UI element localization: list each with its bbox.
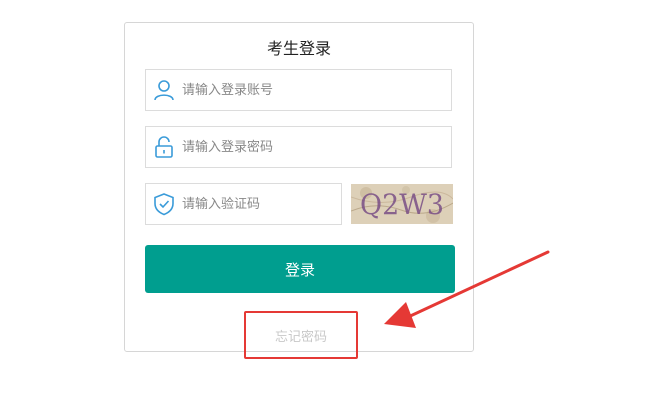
forgot-password-label: 忘记密码 (274, 329, 327, 345)
password-input[interactable] (182, 127, 442, 167)
captcha-text: Q2W3 (360, 188, 444, 221)
password-field[interactable] (145, 126, 452, 168)
page-title: 考生登录 (266, 39, 331, 58)
lock-icon (155, 136, 173, 158)
annotation-arrow-icon (384, 250, 550, 328)
captcha-input[interactable] (182, 184, 332, 224)
captcha-field[interactable] (145, 183, 342, 225)
user-icon (154, 80, 174, 101)
shield-check-icon (154, 193, 174, 216)
username-field[interactable] (145, 69, 452, 111)
page: 考生登录 请输入登录账号 请输入验证码 Q2W3 登录 忘记密码 (0, 0, 649, 401)
forgot-password-link[interactable]: 忘记密码 (244, 311, 358, 359)
captcha-image[interactable]: Q2W3 (351, 184, 453, 224)
username-input[interactable] (182, 70, 442, 110)
